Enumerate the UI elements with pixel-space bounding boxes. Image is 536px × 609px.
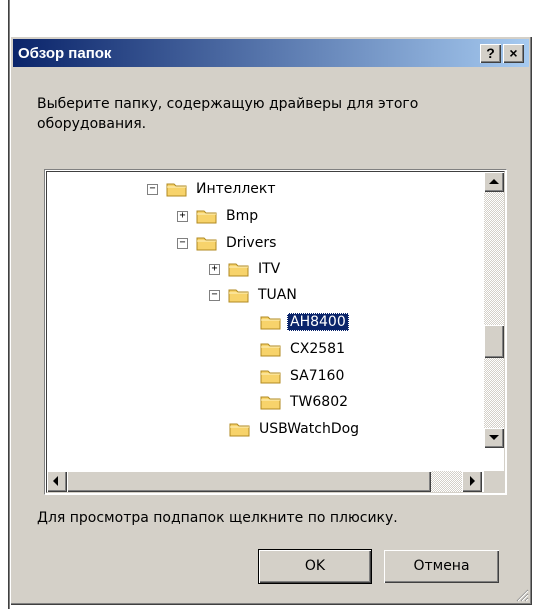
folder-icon bbox=[260, 370, 281, 384]
tree-item-label: Интеллект bbox=[196, 181, 276, 197]
dialog-title: Обзор папок bbox=[18, 45, 112, 62]
ok-button[interactable]: OK bbox=[258, 549, 372, 584]
arrow-down-icon bbox=[489, 435, 499, 440]
arrow-up-icon bbox=[489, 179, 499, 184]
horizontal-scroll-thumb[interactable] bbox=[67, 471, 431, 492]
folder-icon bbox=[229, 423, 250, 437]
folder-tree[interactable]: − Интеллект + Bmp − Drivers + ITV − TUAN… bbox=[44, 169, 507, 495]
folder-icon bbox=[166, 183, 187, 197]
scroll-right-button[interactable] bbox=[462, 471, 482, 492]
browse-folder-dialog: Обзор папок ? × Выберите папку, содержащ… bbox=[10, 36, 532, 605]
tree-item-drivers[interactable]: − Drivers bbox=[177, 230, 279, 256]
collapse-icon[interactable]: − bbox=[147, 183, 158, 195]
expand-icon[interactable]: + bbox=[177, 210, 188, 222]
tree-item-label: USBWatchDog bbox=[259, 421, 360, 437]
folder-icon bbox=[228, 289, 249, 303]
arrow-left-icon bbox=[53, 476, 58, 486]
help-button[interactable]: ? bbox=[480, 44, 501, 63]
tree-item-label-selected: AH8400 bbox=[287, 313, 349, 331]
folder-icon bbox=[260, 396, 281, 410]
scroll-left-button[interactable] bbox=[47, 471, 67, 492]
tree-item-intellekt[interactable]: − Интеллект bbox=[147, 176, 279, 202]
tree-item-tw6802[interactable]: TW6802 bbox=[260, 389, 351, 415]
collapse-icon[interactable]: − bbox=[177, 237, 188, 249]
collapse-icon[interactable]: − bbox=[209, 289, 220, 301]
title-bar[interactable]: Обзор папок ? × bbox=[13, 39, 529, 67]
tree-item-sa7160[interactable]: SA7160 bbox=[260, 363, 347, 389]
instruction-text: Выберите папку, содержащую драйверы для … bbox=[37, 96, 419, 132]
folder-icon bbox=[228, 263, 249, 277]
cancel-button[interactable]: Отмена bbox=[384, 550, 499, 583]
vertical-scrollbar[interactable] bbox=[484, 172, 504, 448]
tree-item-label: Bmp bbox=[226, 208, 259, 224]
tree-item-usbwatchdog[interactable]: USBWatchDog bbox=[229, 416, 362, 442]
tree-item-label: TUAN bbox=[258, 287, 297, 303]
tree-item-bmp[interactable]: + Bmp bbox=[177, 203, 261, 229]
tree-item-itv[interactable]: + ITV bbox=[209, 256, 283, 282]
tree-item-label: Drivers bbox=[226, 235, 277, 251]
expand-icon[interactable]: + bbox=[209, 263, 220, 275]
resize-grip-icon[interactable] bbox=[515, 588, 529, 602]
folder-icon bbox=[196, 210, 217, 224]
folder-icon bbox=[260, 316, 281, 330]
arrow-right-icon bbox=[470, 476, 475, 486]
tree-item-label: ITV bbox=[258, 261, 281, 277]
tree-item-ah8400[interactable]: AH8400 bbox=[260, 309, 349, 335]
horizontal-scrollbar[interactable] bbox=[47, 471, 482, 492]
scroll-down-button[interactable] bbox=[484, 428, 504, 448]
tree-item-tuan[interactable]: − TUAN bbox=[209, 282, 300, 308]
tree-item-label: TW6802 bbox=[290, 394, 349, 410]
scrollbar-corner bbox=[484, 471, 504, 492]
vertical-scroll-thumb[interactable] bbox=[484, 325, 504, 358]
tree-item-cx2581[interactable]: CX2581 bbox=[260, 336, 348, 362]
scroll-up-button[interactable] bbox=[484, 172, 504, 192]
close-button[interactable]: × bbox=[503, 44, 524, 63]
tree-item-label: SA7160 bbox=[290, 368, 345, 384]
tree-item-label: CX2581 bbox=[290, 341, 345, 357]
folder-icon bbox=[196, 237, 217, 251]
hint-text: Для просмотра подпапок щелкните по плюси… bbox=[37, 510, 398, 526]
folder-icon bbox=[260, 343, 281, 357]
